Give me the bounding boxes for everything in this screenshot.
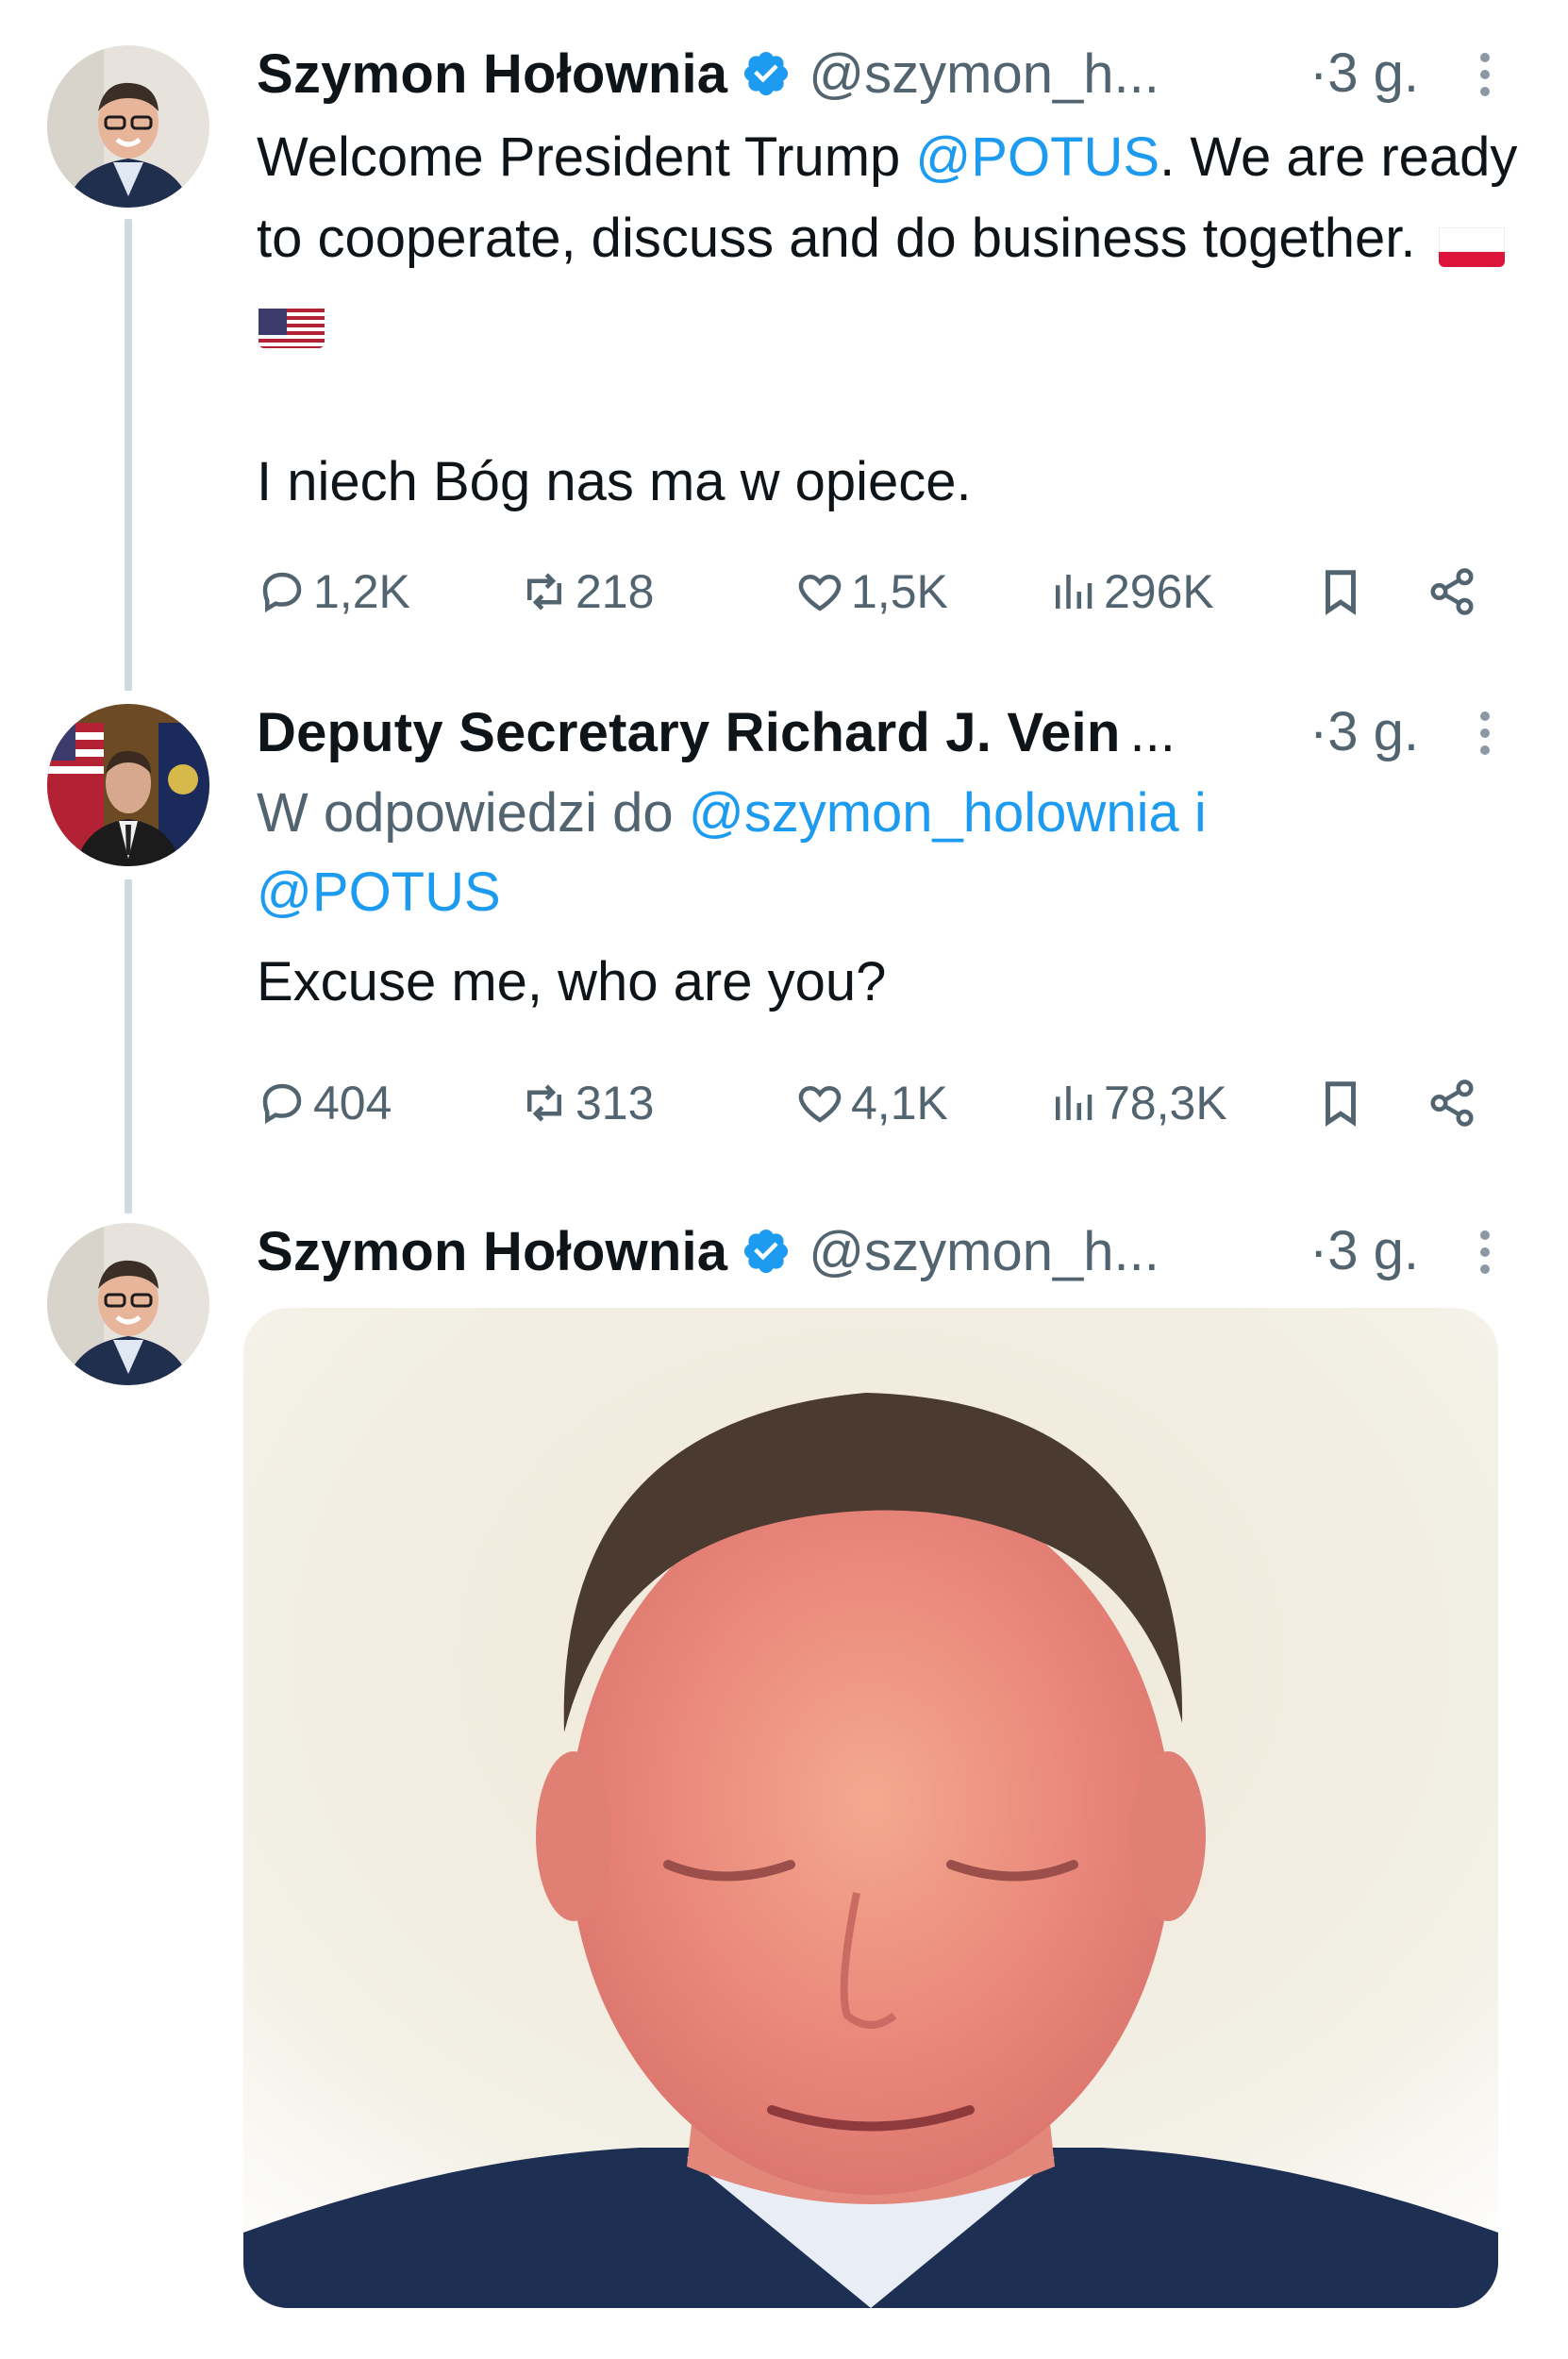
tweet-time[interactable]: ·3 g.	[1309, 694, 1419, 770]
retweet-icon	[527, 573, 561, 611]
like-icon	[798, 1085, 842, 1123]
tweet-text: Excuse me, who are you?	[257, 951, 887, 1012]
avatar[interactable]	[47, 704, 209, 866]
tweet-actions: 1,2K 218 1,5K 296K	[257, 559, 1530, 625]
mention-link[interactable]: @POTUS	[915, 126, 1159, 188]
tweet-time[interactable]: ·3 g.	[1309, 36, 1419, 111]
author-name[interactable]: Szymon Hołownia	[257, 1220, 727, 1283]
tweet-text-part: Welcome President Trump	[257, 126, 916, 188]
like-count: 4,1K	[851, 1077, 948, 1129]
bookmark-button[interactable]	[1315, 1070, 1372, 1136]
tweet-time[interactable]: ·3 g.	[1309, 1213, 1419, 1289]
mention-link[interactable]: @szymon_holownia	[689, 782, 1179, 844]
author-handle[interactable]: @szymon_h...	[809, 1220, 1159, 1283]
bookmark-icon	[1326, 1081, 1356, 1127]
retweet-count: 218	[575, 565, 655, 618]
tweet-header: Deputy Secretary Richard J. Vein ... ·3 …	[257, 694, 1530, 770]
tweet-header: Szymon Hołownia @szymon_h... ·3 g.	[257, 36, 1530, 111]
share-icon	[1430, 568, 1474, 615]
like-button[interactable]: 1,5K	[794, 559, 948, 625]
author-name[interactable]: Szymon Hołownia	[257, 42, 727, 106]
reply-count: 404	[313, 1077, 392, 1129]
more-icon[interactable]	[1477, 711, 1493, 759]
thread-line	[125, 219, 132, 691]
author-name[interactable]: Deputy Secretary Richard J. Vein	[257, 701, 1120, 764]
retweet-icon	[527, 1084, 561, 1122]
share-button[interactable]	[1426, 1070, 1483, 1136]
tweet-header: Szymon Hołownia @szymon_h... ·3 g.	[257, 1213, 1530, 1289]
reply-icon	[262, 1083, 302, 1124]
tweet-text: Welcome President Trump @POTUS. We are r…	[257, 117, 1530, 523]
tweet-media-image[interactable]	[243, 1308, 1498, 2308]
share-icon	[1430, 1079, 1474, 1127]
thread-line	[125, 879, 132, 1213]
more-icon[interactable]	[1477, 1230, 1493, 1278]
tweet-text-line2: I niech Bóg nas ma w opiece.	[257, 451, 972, 512]
views-icon	[1056, 1086, 1093, 1120]
share-button[interactable]	[1426, 559, 1483, 625]
media-photo	[243, 1308, 1498, 2308]
reply-and: i	[1178, 782, 1207, 844]
more-icon[interactable]	[1477, 53, 1493, 100]
usa-flag-icon	[259, 299, 325, 348]
views-count: 78,3K	[1104, 1077, 1227, 1129]
mention-link[interactable]: @POTUS	[257, 862, 501, 923]
retweet-count: 313	[575, 1077, 655, 1129]
bookmark-button[interactable]	[1315, 559, 1372, 625]
reply-prefix: W odpowiedzi do	[257, 782, 689, 844]
avatar[interactable]	[47, 45, 209, 208]
author-handle[interactable]: @szymon_h...	[809, 42, 1159, 106]
views-icon	[1056, 575, 1093, 609]
reply-icon	[262, 572, 302, 612]
like-icon	[798, 574, 842, 611]
views-button[interactable]: 296K	[1047, 559, 1214, 625]
name-ellipsis: ...	[1129, 701, 1176, 763]
tweet-actions: 404 313 4,1K 78,3K	[257, 1070, 1530, 1136]
avatar[interactable]	[47, 1223, 209, 1385]
like-button[interactable]: 4,1K	[794, 1070, 948, 1136]
reply-count: 1,2K	[313, 565, 410, 618]
views-button[interactable]: 78,3K	[1047, 1070, 1227, 1136]
reply-button[interactable]: 1,2K	[257, 559, 410, 625]
retweet-button[interactable]: 313	[519, 1070, 654, 1136]
reply-context: W odpowiedzi do @szymon_holownia i @POTU…	[257, 774, 1530, 932]
retweet-button[interactable]: 218	[519, 559, 654, 625]
like-count: 1,5K	[851, 565, 948, 618]
views-count: 296K	[1104, 565, 1214, 618]
bookmark-icon	[1326, 570, 1356, 615]
verified-badge-icon	[741, 1226, 792, 1277]
verified-badge-icon	[741, 48, 792, 99]
poland-flag-icon	[1438, 218, 1505, 267]
reply-button[interactable]: 404	[257, 1070, 392, 1136]
